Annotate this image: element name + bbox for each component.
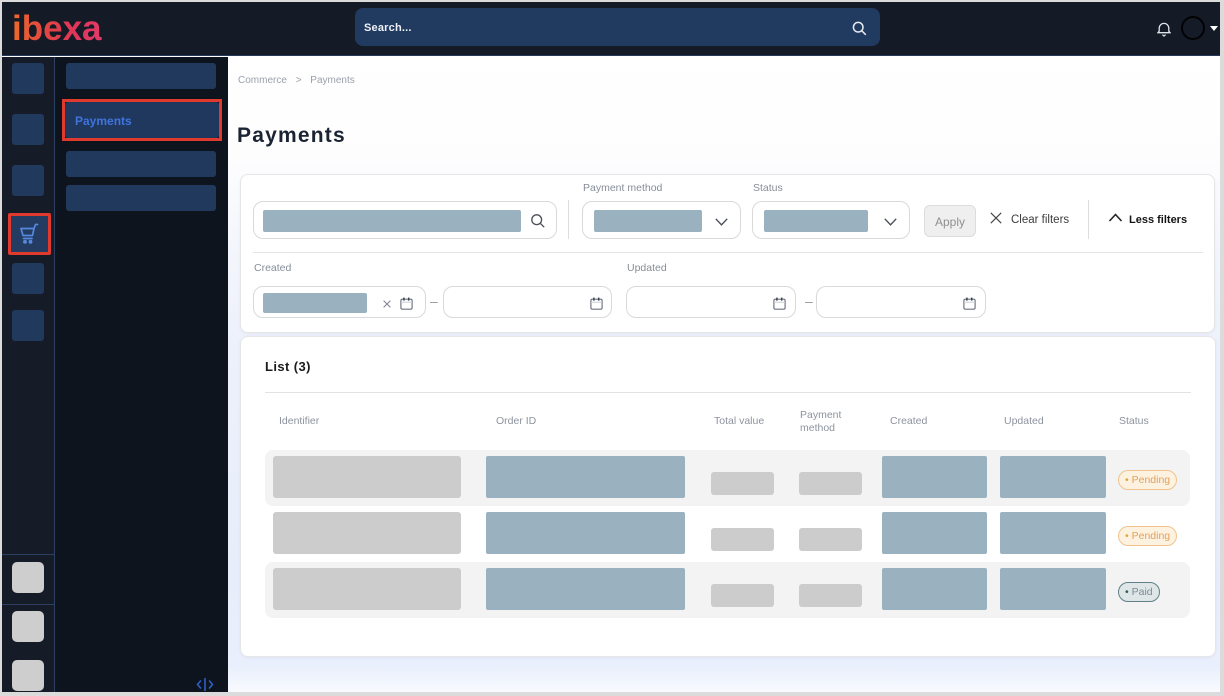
svg-text:ibexa: ibexa: [12, 10, 102, 48]
